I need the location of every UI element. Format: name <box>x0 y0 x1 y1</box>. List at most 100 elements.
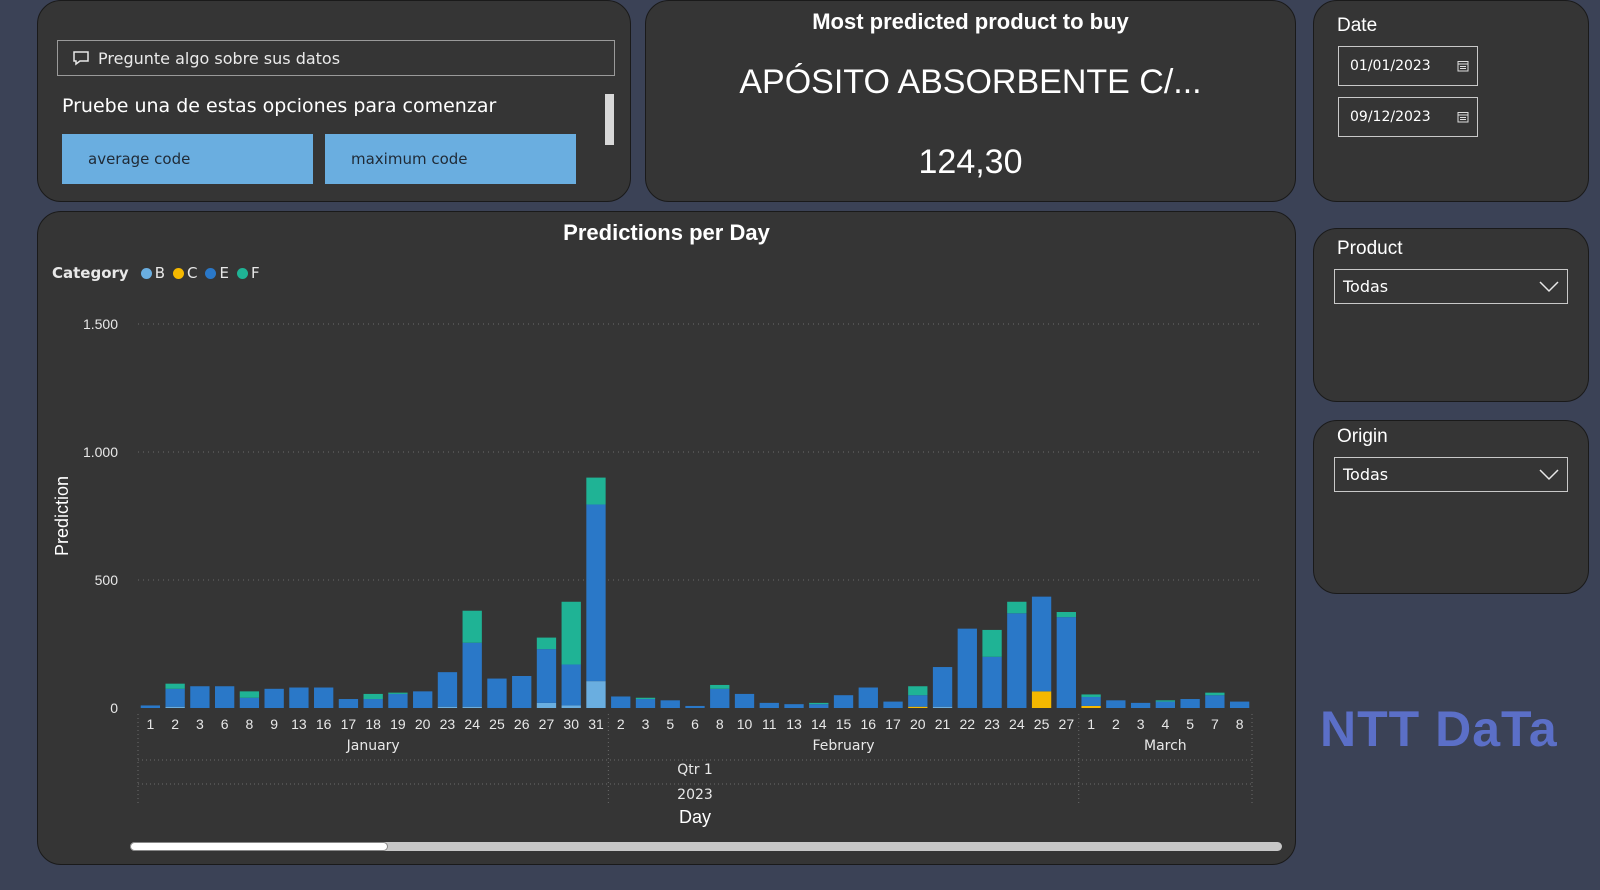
ntt-data-logo: NTT DaTa <box>1320 701 1558 757</box>
bar-e <box>536 649 557 703</box>
x-tick-label: 18 <box>365 716 381 732</box>
month-label: January <box>346 738 400 754</box>
bar-f <box>1081 694 1101 697</box>
bar-b <box>586 681 606 708</box>
qa-panel: Pregunte algo sobre sus datos Pruebe una… <box>37 0 631 202</box>
kpi-title: Most predicted product to buy <box>812 9 1129 34</box>
x-tick-label: 30 <box>563 716 579 732</box>
bar-c <box>1031 691 1052 708</box>
x-tick-label: 2 <box>1112 716 1120 732</box>
bar-e <box>462 642 482 707</box>
legend-label: E <box>219 264 229 282</box>
bar-e <box>140 705 161 708</box>
product-dropdown[interactable]: Todas <box>1334 269 1568 304</box>
bar-f <box>982 629 1002 657</box>
bar-e <box>908 695 928 707</box>
x-tick-label: 21 <box>935 716 951 732</box>
y-tick-label: 1.500 <box>83 316 118 332</box>
month-label: February <box>813 738 875 754</box>
bar-e <box>190 686 210 708</box>
start-date-input[interactable]: 01/01/2023 <box>1338 46 1478 86</box>
bar-e <box>363 699 383 708</box>
x-tick-label: 17 <box>885 716 901 732</box>
bar-f <box>1007 601 1027 614</box>
x-tick-label: 2 <box>171 716 179 732</box>
bar-e <box>759 702 779 708</box>
bar-e <box>413 691 433 708</box>
x-tick-label: 9 <box>270 716 278 732</box>
legend-label: B <box>154 264 165 282</box>
month-label: March <box>1144 738 1187 754</box>
scrollbar-thumb[interactable] <box>130 842 388 851</box>
x-tick-label: 24 <box>464 716 480 732</box>
suggestion-button-average-code[interactable]: average code <box>62 134 313 184</box>
chart-horizontal-scrollbar[interactable] <box>130 842 1282 851</box>
x-tick-label: 8 <box>246 716 254 732</box>
product-slicer: Product Todas <box>1313 228 1589 402</box>
x-tick-label: 3 <box>196 716 204 732</box>
bar-f <box>388 692 408 694</box>
end-date-value: 09/12/2023 <box>1350 109 1431 125</box>
bar-e <box>611 696 631 708</box>
bar-f <box>710 684 730 689</box>
bar-f <box>1155 700 1176 702</box>
bar-e <box>264 688 284 708</box>
bar-e <box>1130 702 1151 708</box>
bar-c <box>908 706 928 708</box>
bar-e <box>561 664 581 706</box>
date-slicer: Date 01/01/2023 09/12/2023 <box>1313 0 1589 202</box>
legend-item-f[interactable]: F <box>236 264 260 282</box>
bar-e <box>734 693 755 708</box>
x-tick-label: 27 <box>539 716 555 732</box>
bar-f <box>462 610 482 643</box>
suggestion-button-maximum-code[interactable]: maximum code <box>325 134 576 184</box>
x-tick-label: 17 <box>341 716 357 732</box>
chart-bars <box>140 477 1250 708</box>
x-tick-label: 13 <box>786 716 802 732</box>
x-tick-label: 8 <box>1236 716 1244 732</box>
x-tick-label: 1 <box>1087 716 1095 732</box>
x-tick-label: 24 <box>1009 716 1025 732</box>
bar-e <box>165 688 185 707</box>
origin-dropdown[interactable]: Todas <box>1334 457 1568 492</box>
legend-item-c[interactable]: C <box>173 264 197 282</box>
predictions-chart: 05001.0001.500Prediction1 2 3 6 8 9 13 16 17 18 19… <box>52 316 1262 827</box>
bar-e <box>1031 596 1052 692</box>
origin-slicer: Origin Todas <box>1313 420 1589 594</box>
bar-e <box>883 701 903 708</box>
legend-title: Category <box>52 264 129 282</box>
x-tick-label: 23 <box>984 716 1000 732</box>
product-slicer-title: Product <box>1337 238 1403 259</box>
bar-b <box>437 706 458 708</box>
bar-f <box>239 691 260 698</box>
bar-e <box>1205 695 1225 708</box>
chart-title: Predictions per Day <box>563 220 770 245</box>
x-tick-label: 22 <box>960 716 976 732</box>
bar-e <box>512 676 532 708</box>
qa-scrollbar[interactable] <box>605 94 614 145</box>
legend-item-e[interactable]: E <box>205 264 229 282</box>
x-tick-label: 26 <box>514 716 530 732</box>
chevron-down-icon <box>1539 469 1559 481</box>
quarter-label: Qtr 1 <box>677 762 713 778</box>
bar-e <box>1106 700 1126 708</box>
calendar-icon[interactable] <box>1457 111 1469 123</box>
qa-placeholder: Pregunte algo sobre sus datos <box>98 48 341 68</box>
bar-e <box>1155 701 1176 708</box>
bar-e <box>710 688 730 708</box>
bar-b <box>165 706 185 708</box>
bar-e <box>338 699 359 708</box>
chevron-down-icon <box>1539 281 1559 293</box>
legend-item-b[interactable]: B <box>140 264 165 282</box>
calendar-icon[interactable] <box>1457 60 1469 72</box>
legend-dot <box>173 267 184 279</box>
qa-prompt: Pruebe una de estas opciones para comenz… <box>62 95 497 117</box>
x-tick-label: 20 <box>910 716 926 732</box>
x-tick-label: 5 <box>666 716 674 732</box>
y-tick-label: 1.000 <box>83 444 118 460</box>
bar-e <box>982 656 1002 708</box>
bar-e <box>437 672 458 707</box>
qa-search-input[interactable]: Pregunte algo sobre sus datos <box>57 40 615 76</box>
x-tick-label: 10 <box>737 716 753 732</box>
end-date-input[interactable]: 09/12/2023 <box>1338 97 1478 137</box>
